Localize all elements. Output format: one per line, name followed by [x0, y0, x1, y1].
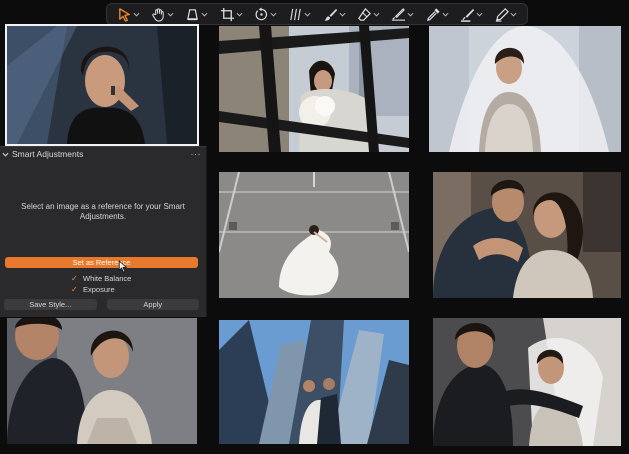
chevron-down-icon: [442, 12, 449, 17]
panel-title-group[interactable]: Smart Adjustments: [2, 149, 83, 159]
chevron-down-icon: [270, 12, 277, 17]
white-balance-option[interactable]: ✓ White Balance: [71, 273, 131, 283]
photo-couple-close: [7, 318, 197, 444]
rotate-icon: [255, 6, 268, 20]
clone-icon: [496, 7, 510, 22]
hand-tool[interactable]: [149, 5, 176, 23]
heal-icon: [460, 8, 474, 22]
apply-button[interactable]: Apply: [106, 299, 199, 310]
tool-bar: [106, 3, 528, 25]
chevron-down-icon: [236, 12, 243, 17]
white-balance-label: White Balance: [83, 273, 132, 283]
chevron-down-icon: [304, 12, 311, 17]
straighten-icon: [290, 8, 302, 20]
thumbnail-bride-lying-gown[interactable]: [219, 172, 409, 298]
thumbnail-bride-flowers-railing[interactable]: [219, 26, 409, 152]
brush-tool[interactable]: [321, 5, 348, 23]
picker-icon: [426, 7, 440, 21]
photo-couple-embrace: [433, 172, 621, 298]
cursor-tool[interactable]: [115, 5, 142, 23]
thumbnail-couple-close[interactable]: [7, 318, 197, 444]
chevron-down-icon: [510, 12, 517, 17]
keystone-tool[interactable]: [183, 5, 210, 23]
gradient-tool[interactable]: [389, 5, 416, 23]
heal-tool[interactable]: [458, 5, 485, 23]
thumbnail-woman-lipstick[interactable]: [5, 24, 199, 146]
chevron-down-icon: [167, 12, 174, 17]
more-options-icon[interactable]: ···: [191, 149, 202, 159]
hand-icon: [152, 7, 164, 22]
photo-couple-skyscrapers: [219, 320, 409, 444]
photo-groom-bride-veil: [433, 318, 621, 446]
thumbnail-couple-skyscrapers[interactable]: [219, 320, 409, 444]
gradient-icon: [392, 7, 406, 21]
photo-bride-lying-gown: [219, 172, 409, 298]
chevron-down-icon: [133, 12, 140, 17]
brush-icon: [324, 8, 337, 21]
panel-title: Smart Adjustments: [12, 149, 84, 159]
picker-tool[interactable]: [424, 5, 451, 23]
mouse-pointer-icon: [118, 260, 128, 273]
thumbnail-couple-embrace[interactable]: [433, 172, 621, 298]
panel-actions: Save Style... Apply: [4, 299, 199, 310]
chevron-down-icon: [2, 152, 9, 157]
exposure-option[interactable]: ✓ Exposure: [71, 284, 115, 294]
eraser-tool[interactable]: [355, 5, 382, 23]
photo-bride-flowers-railing: [219, 26, 409, 152]
chevron-down-icon: [373, 12, 380, 17]
save-style-label: Save Style...: [29, 300, 72, 309]
thumbnail-groom-bride-veil[interactable]: [433, 318, 621, 446]
rotate-tool[interactable]: [252, 5, 279, 23]
set-as-reference-button[interactable]: Set as Reference: [5, 257, 198, 268]
crop-tool[interactable]: [218, 5, 245, 23]
chevron-down-icon: [339, 12, 346, 17]
save-style-button[interactable]: Save Style...: [4, 299, 97, 310]
clone-tool[interactable]: [492, 5, 519, 23]
panel-header: Smart Adjustments ···: [0, 147, 206, 161]
crop-icon: [220, 7, 234, 21]
eraser-icon: [358, 7, 371, 21]
checkmark-icon: ✓: [71, 284, 78, 294]
exposure-label: Exposure: [83, 284, 115, 294]
chevron-down-icon: [476, 12, 483, 17]
keystone-icon: [187, 8, 199, 20]
checkmark-icon: ✓: [71, 273, 78, 283]
photo-woman-lipstick: [7, 26, 197, 144]
chevron-down-icon: [201, 12, 208, 17]
thumbnail-bride-veil-laughing[interactable]: [429, 26, 621, 152]
straighten-tool[interactable]: [286, 5, 313, 23]
smart-adjustments-panel: Smart Adjustments ··· Select an image as…: [0, 146, 207, 317]
cursor-icon: [118, 7, 130, 22]
apply-label: Apply: [143, 300, 163, 309]
photo-bride-veil-laughing: [429, 26, 621, 152]
chevron-down-icon: [407, 12, 414, 17]
instruction-text: Select an image as a reference for your …: [21, 202, 185, 221]
